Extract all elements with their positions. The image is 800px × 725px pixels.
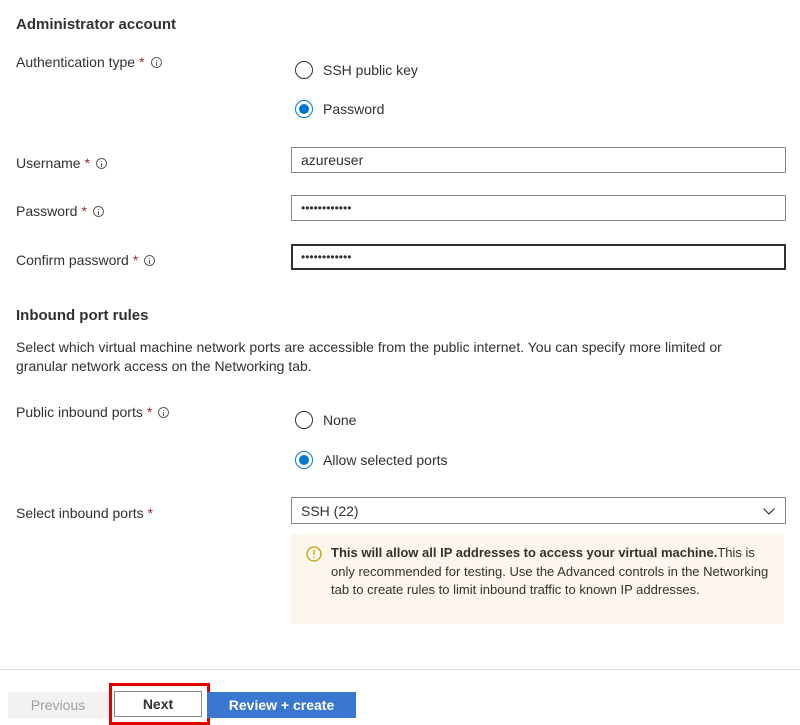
info-icon[interactable] — [92, 205, 104, 217]
previous-button[interactable]: Previous — [8, 692, 108, 718]
public-ports-option-none-label: None — [323, 412, 357, 428]
next-button[interactable]: Next — [114, 691, 202, 717]
warning-message: This will allow all IP addresses to acce… — [291, 534, 784, 624]
public-ports-option-allow-label: Allow selected ports — [323, 452, 448, 468]
radio-ssh-public-key[interactable] — [295, 61, 313, 79]
inbound-description: Select which virtual machine network por… — [16, 339, 722, 374]
auth-option-ssh[interactable]: SSH public key — [295, 61, 418, 79]
public-ports-option-none[interactable]: None — [295, 411, 356, 429]
password-input[interactable] — [291, 195, 786, 221]
auth-option-password[interactable]: Password — [295, 100, 384, 118]
password-label-text: Password — [16, 203, 78, 219]
select-ports-label: Select inbound ports * — [16, 505, 153, 521]
auth-option-ssh-label: SSH public key — [323, 62, 418, 78]
info-icon[interactable] — [158, 406, 170, 418]
password-label: Password * — [16, 203, 104, 219]
radio-allow-selected-ports[interactable] — [295, 451, 313, 469]
username-label-text: Username — [16, 155, 81, 171]
review-create-button[interactable]: Review + create — [207, 692, 356, 718]
warning-bold-text: This will allow all IP addresses to acce… — [331, 545, 718, 560]
chevron-down-icon — [763, 507, 775, 515]
radio-none[interactable] — [295, 411, 313, 429]
warning-icon — [306, 546, 322, 562]
required-mark: * — [84, 155, 91, 171]
footer-divider — [0, 669, 800, 670]
required-mark: * — [147, 505, 154, 521]
select-ports-value: SSH (22) — [301, 502, 359, 519]
confirm-password-input[interactable] — [291, 244, 786, 270]
public-ports-label-text: Public inbound ports — [16, 404, 143, 420]
required-mark: * — [132, 252, 139, 268]
inbound-section-title: Inbound port rules — [16, 307, 149, 324]
public-ports-option-allow[interactable]: Allow selected ports — [295, 451, 448, 469]
info-icon[interactable] — [96, 157, 108, 169]
radio-password[interactable] — [295, 100, 313, 118]
select-ports-label-text: Select inbound ports — [16, 505, 144, 521]
info-icon[interactable] — [150, 56, 162, 68]
auth-option-password-label: Password — [323, 101, 385, 117]
info-icon[interactable] — [144, 254, 156, 266]
username-label: Username * — [16, 155, 108, 171]
required-mark: * — [81, 203, 87, 219]
confirm-password-label: Confirm password * — [16, 252, 156, 268]
required-mark: * — [139, 54, 145, 70]
auth-type-label: Authentication type * — [16, 54, 162, 70]
auth-type-label-text: Authentication type — [16, 54, 136, 70]
select-ports-dropdown[interactable]: SSH (22) — [291, 497, 786, 524]
public-ports-label: Public inbound ports * — [16, 404, 170, 420]
required-mark: * — [146, 404, 153, 420]
confirm-password-label-text: Confirm password — [16, 252, 129, 268]
admin-section-title: Administrator account — [16, 16, 177, 33]
username-input[interactable] — [291, 147, 786, 173]
